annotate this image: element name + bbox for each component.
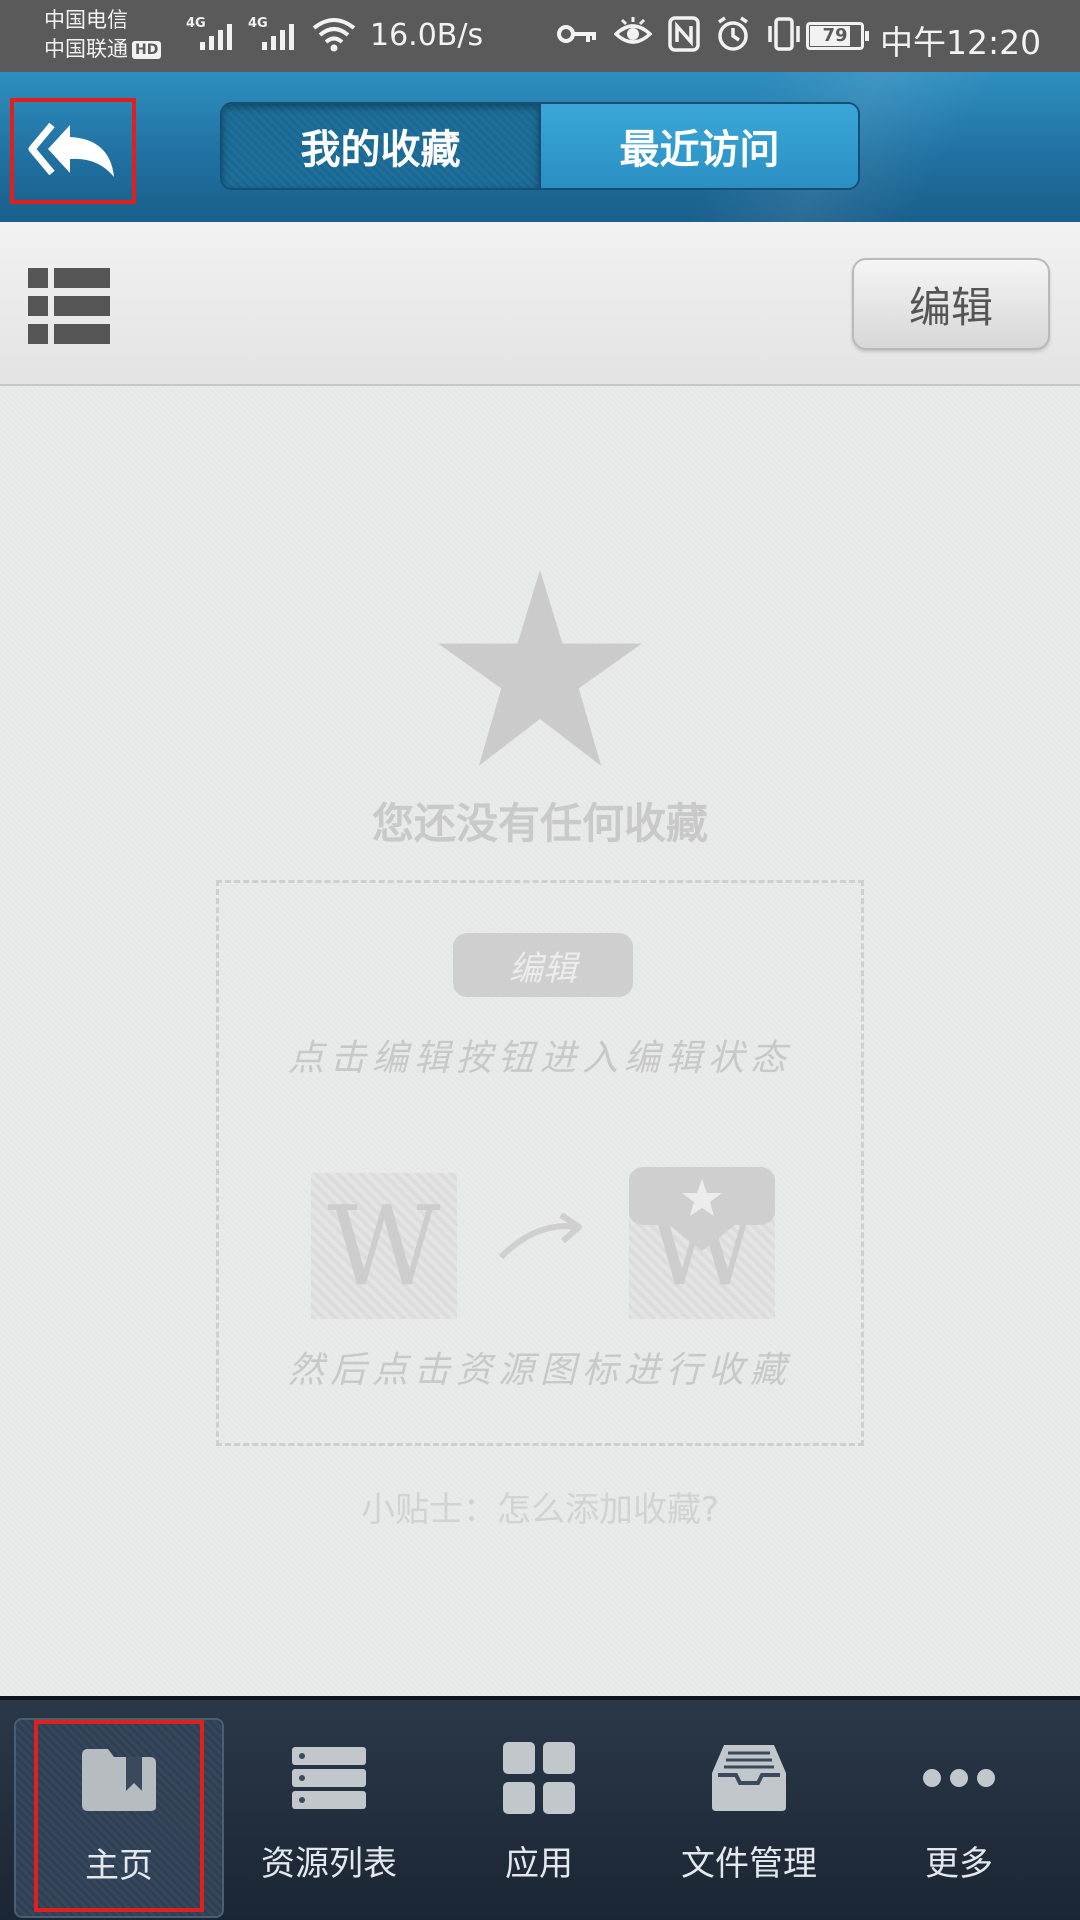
net-speed: 16.0B/s xyxy=(370,18,484,53)
battery-icon: 79 xyxy=(806,22,869,50)
signal-1-icon: 4G xyxy=(186,14,244,54)
nav-item-resource-list[interactable]: 资源列表 xyxy=(224,1718,434,1918)
clock: 中午12:20 xyxy=(880,23,1042,62)
nav-label-file-manager: 文件管理 xyxy=(681,1844,817,1884)
vibrate-icon xyxy=(768,17,800,51)
nav-label-more: 更多 xyxy=(925,1844,993,1884)
bookmark-folder-icon xyxy=(82,1749,156,1811)
wifi-icon xyxy=(312,16,356,56)
tip-illustration: 编辑 点击编辑按钮进入编辑状态 W W 然后点击资源图标进行收藏 xyxy=(216,880,864,1446)
file-tray-icon xyxy=(712,1745,786,1811)
resource-tile-icon: W xyxy=(311,1173,457,1319)
tab-my-favorites[interactable]: 我的收藏 xyxy=(222,104,539,188)
header-bar: 我的收藏 最近访问 xyxy=(0,72,1080,222)
signal-2-icon: 4G xyxy=(248,14,306,54)
nfc-icon xyxy=(668,16,700,52)
nav-item-more[interactable]: 更多 xyxy=(854,1718,1064,1918)
tile-letter-left: W xyxy=(327,1182,441,1310)
list-view-icon[interactable] xyxy=(28,268,110,344)
how-to-add-favorites-link[interactable]: 小贴士：怎么添加收藏? xyxy=(0,1482,1080,1531)
back-button[interactable] xyxy=(10,98,136,204)
eye-icon xyxy=(614,17,652,44)
tip-line-2: 然后点击资源图标进行收藏 xyxy=(287,1350,792,1391)
alarm-icon xyxy=(718,16,748,51)
hd-badge: HD xyxy=(132,41,162,59)
nav-label-apps: 应用 xyxy=(505,1844,573,1884)
server-list-icon xyxy=(292,1747,366,1809)
apps-grid-icon xyxy=(503,1742,575,1814)
key-icon xyxy=(557,25,596,43)
nav-label-resource-list: 资源列表 xyxy=(261,1844,397,1884)
arrow-right-icon xyxy=(498,1213,582,1260)
carrier-names: 中国电信 中国联通 HD xyxy=(44,6,162,64)
nav-item-home[interactable]: 主页 xyxy=(14,1718,224,1918)
tip-edit-chip: 编辑 xyxy=(453,933,633,997)
tip-line-1: 点击编辑按钮进入编辑状态 xyxy=(287,1038,792,1079)
bottom-nav: 主页 资源列表 应用 文件管理 更多 xyxy=(0,1696,1080,1920)
toolbar: 编辑 xyxy=(0,222,1080,386)
more-dots-icon xyxy=(923,1769,995,1787)
favorites-empty-state: 您还没有任何收藏 编辑 点击编辑按钮进入编辑状态 W W 然后点击资源图标进行收… xyxy=(0,386,1080,1696)
battery-level: 79 xyxy=(822,25,848,46)
empty-title: 您还没有任何收藏 xyxy=(371,799,708,848)
status-bar: 中国电信 中国联通 HD 4G 4G 16.0B/s 79 中午12:20 xyxy=(0,0,1080,72)
carrier-1: 中国电信 xyxy=(44,8,128,32)
nav-item-apps[interactable]: 应用 xyxy=(434,1718,644,1918)
status-icons xyxy=(556,16,802,52)
nav-item-file-manager[interactable]: 文件管理 xyxy=(644,1718,854,1918)
double-reply-arrow-icon xyxy=(28,122,114,177)
nav-label-home: 主页 xyxy=(85,1846,153,1886)
edit-button[interactable]: 编辑 xyxy=(852,258,1050,350)
star-icon xyxy=(438,570,642,766)
segment-tabs: 我的收藏 最近访问 xyxy=(220,102,860,190)
tab-recent-visits[interactable]: 最近访问 xyxy=(539,104,858,188)
favorite-badge-icon xyxy=(629,1167,775,1251)
carrier-2: 中国联通 xyxy=(44,37,128,61)
